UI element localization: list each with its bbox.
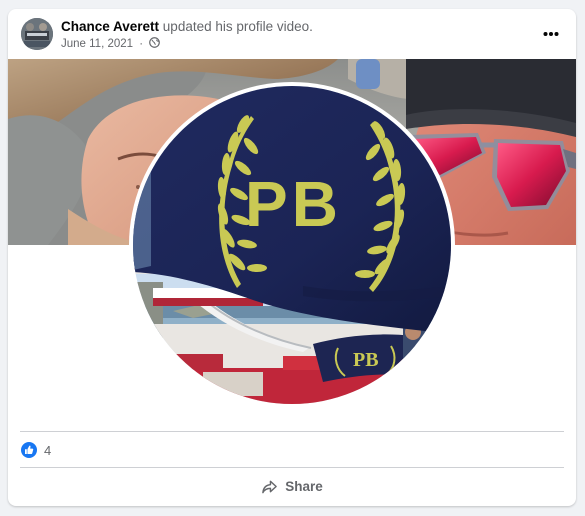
post-action-text: updated his profile video. bbox=[159, 19, 313, 34]
author-avatar[interactable] bbox=[21, 18, 53, 50]
share-icon bbox=[262, 480, 278, 493]
meta-separator: · bbox=[136, 38, 147, 50]
post-card: Chance Averett updated his profile video… bbox=[8, 9, 576, 506]
reaction-summary[interactable]: 4 bbox=[21, 442, 51, 458]
post-header: Chance Averett updated his profile video… bbox=[8, 9, 576, 59]
author-name[interactable]: Chance Averett bbox=[61, 19, 159, 34]
more-options-button[interactable] bbox=[538, 21, 564, 47]
like-icon bbox=[21, 442, 37, 458]
post-meta: June 11, 2021 · bbox=[61, 37, 161, 51]
post-date[interactable]: June 11, 2021 bbox=[61, 38, 133, 50]
svg-text:PB: PB bbox=[353, 349, 379, 371]
post-media: PB PB bbox=[8, 59, 576, 432]
globe-icon[interactable] bbox=[149, 37, 161, 51]
post-headline: Chance Averett updated his profile video… bbox=[61, 19, 313, 34]
profile-video-thumbnail: PB PB bbox=[133, 86, 451, 404]
media-divider bbox=[20, 431, 564, 432]
more-horizontal-icon bbox=[543, 32, 559, 36]
share-label: Share bbox=[285, 478, 323, 494]
actions-divider bbox=[20, 467, 564, 468]
profile-video-frame[interactable]: PB PB bbox=[129, 82, 455, 408]
flag-text: PB bbox=[245, 168, 342, 240]
share-button[interactable]: Share bbox=[20, 471, 564, 501]
reaction-count: 4 bbox=[44, 442, 52, 458]
